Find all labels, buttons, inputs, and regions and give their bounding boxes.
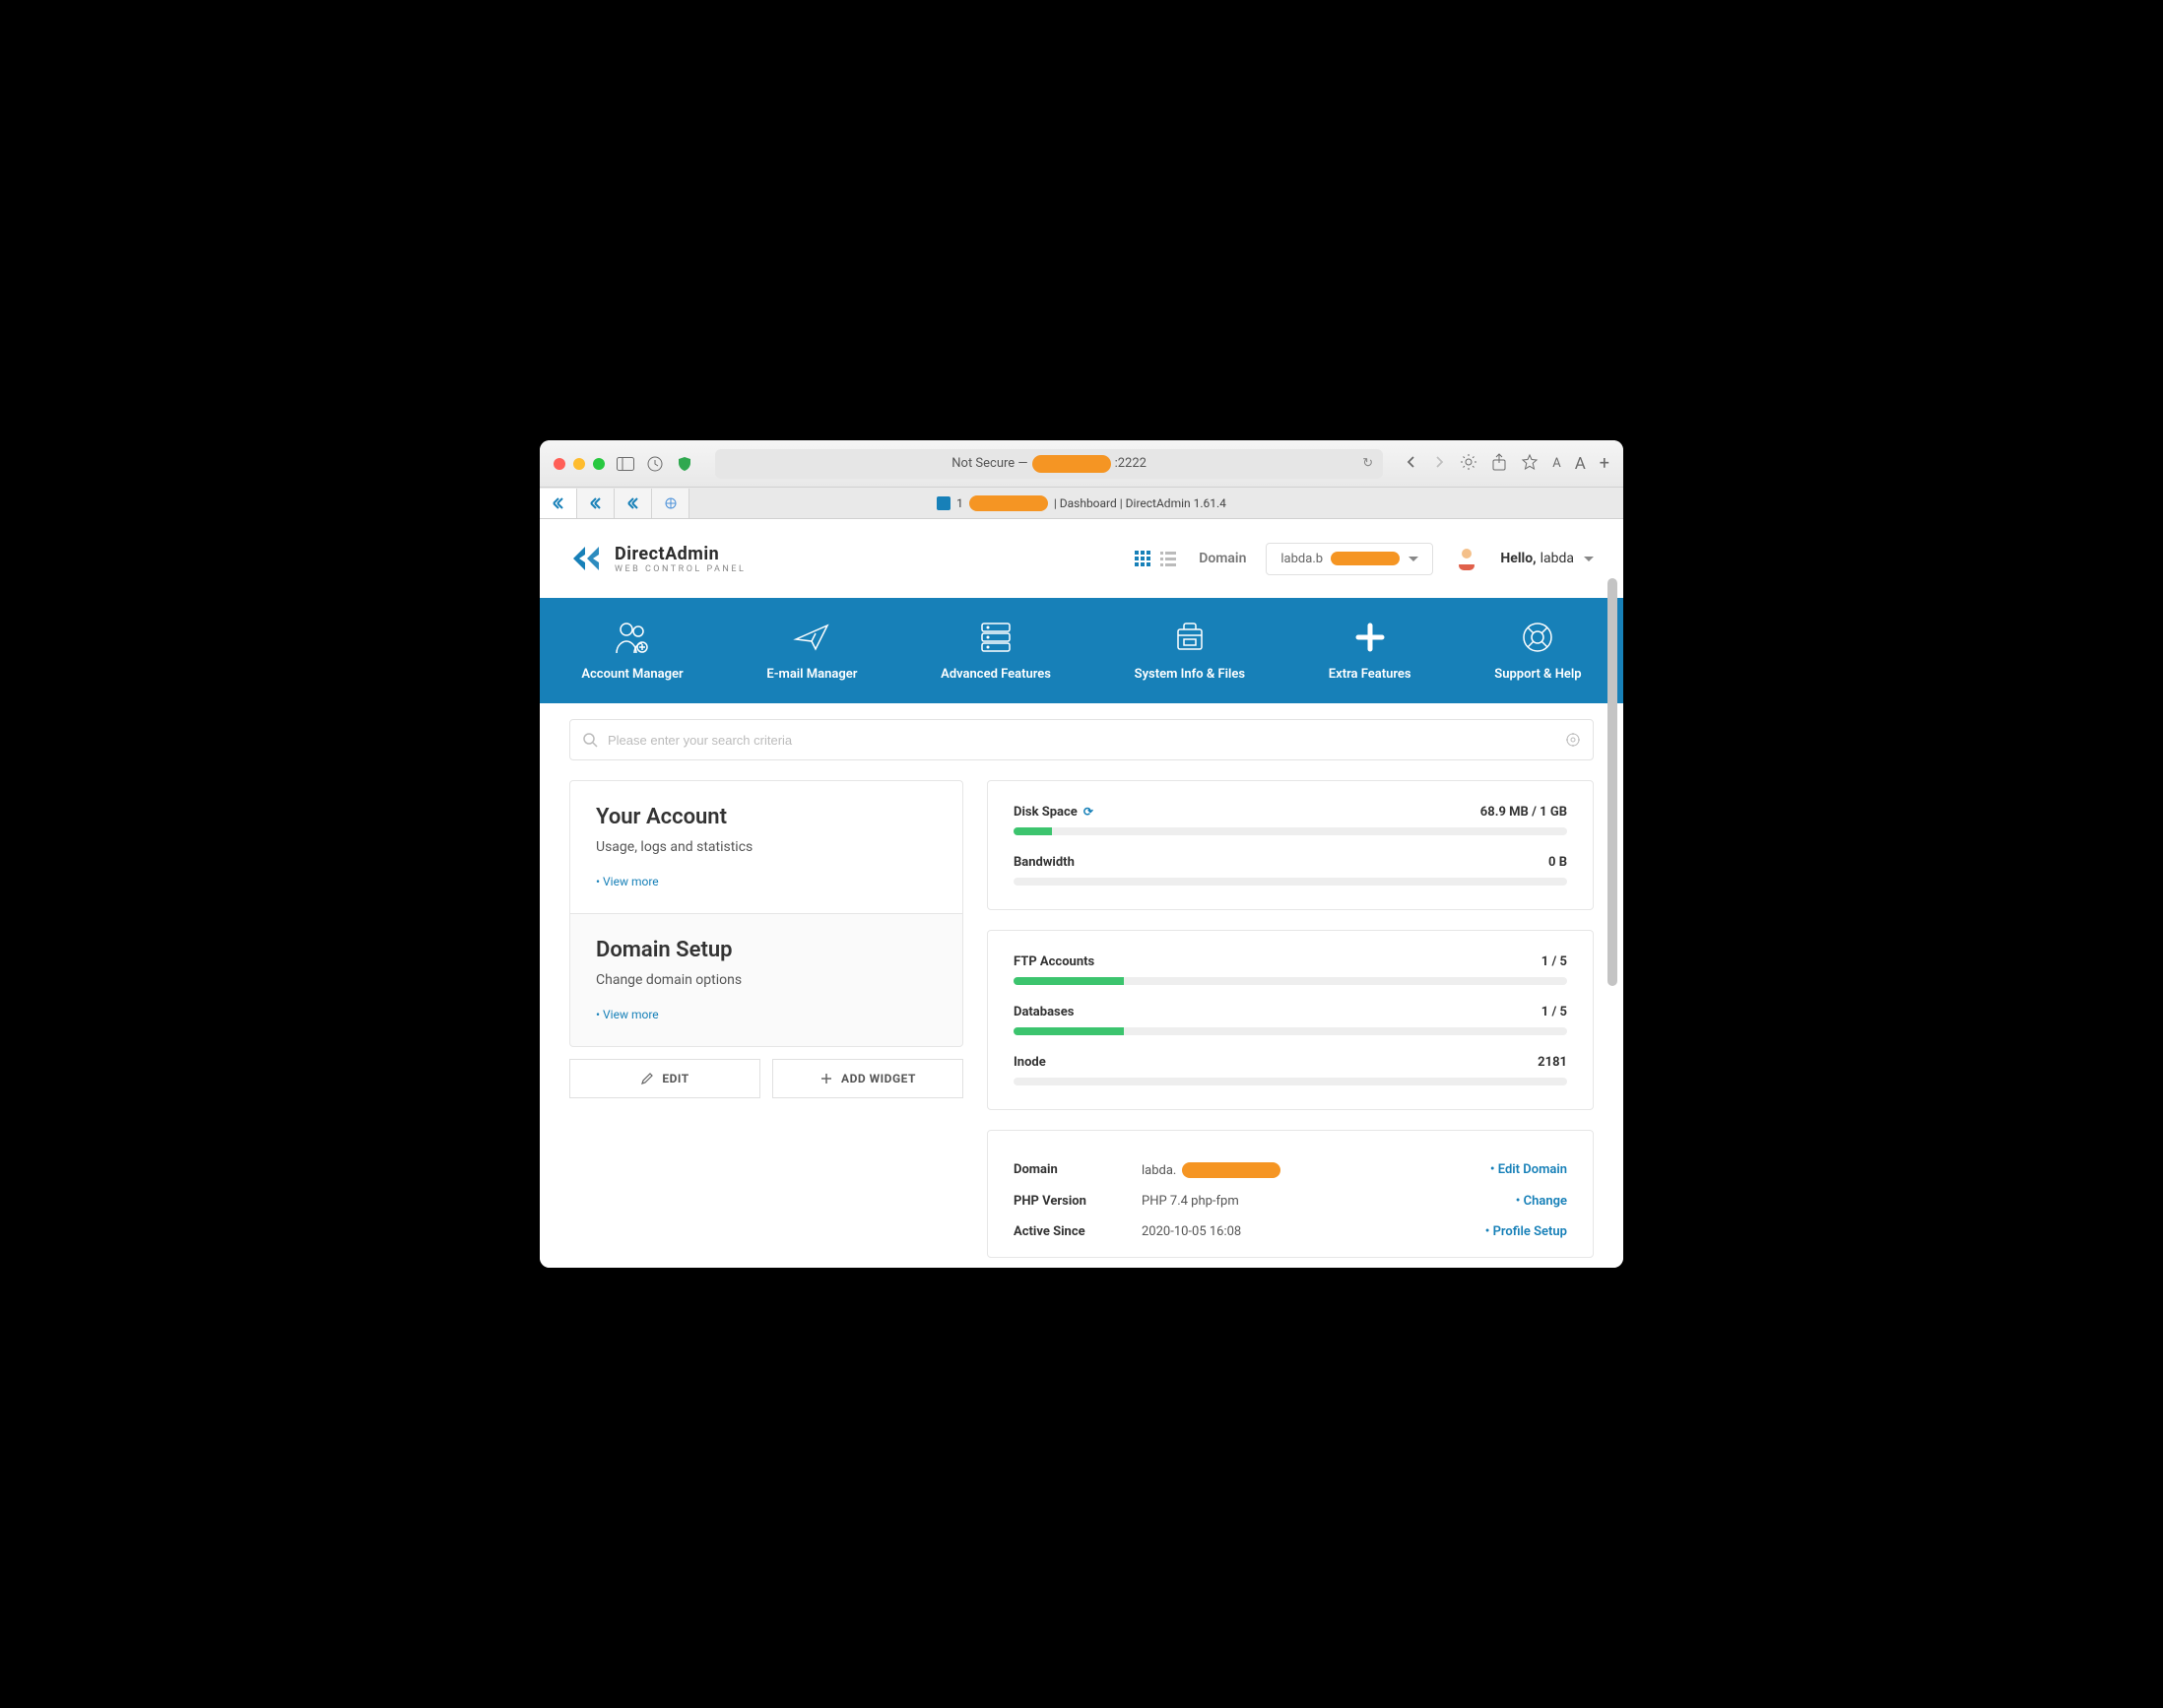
- chevron-down-icon: [1584, 557, 1594, 561]
- refresh-icon[interactable]: ⟳: [1083, 805, 1093, 819]
- new-tab-icon[interactable]: +: [1600, 453, 1609, 474]
- search-input[interactable]: [608, 733, 1555, 748]
- logo-title: DirectAdmin: [615, 544, 746, 564]
- inode-label: Inode: [1014, 1055, 1046, 1070]
- browser-titlebar: Not Secure — :2222 ↻ A A +: [540, 440, 1623, 488]
- disk-bar: [1014, 827, 1567, 835]
- nav-extra-features[interactable]: Extra Features: [1329, 620, 1411, 682]
- favicon-icon: [937, 496, 950, 510]
- logo-subtitle: web control panel: [615, 564, 746, 574]
- search-settings-icon[interactable]: [1565, 732, 1581, 748]
- text-size-large-icon[interactable]: A: [1575, 454, 1586, 474]
- inode-value: 2181: [1538, 1055, 1567, 1070]
- pinned-tab-3[interactable]: [615, 489, 652, 518]
- back-icon[interactable]: [1405, 454, 1418, 473]
- db-bar: [1014, 1027, 1567, 1035]
- disk-value: 68.9 MB / 1 GB: [1480, 805, 1567, 820]
- ftp-bar: [1014, 977, 1567, 985]
- your-account-card: Your Account Usage, logs and statistics …: [569, 780, 963, 913]
- disk-label: Disk Space: [1014, 805, 1078, 820]
- domain-setup-title: Domain Setup: [596, 938, 937, 962]
- bookmark-star-icon[interactable]: [1521, 453, 1539, 475]
- usage-metrics-card: Disk Space ⟳ 68.9 MB / 1 GB Bandwidth 0 B: [987, 780, 1594, 910]
- profile-setup-link[interactable]: Profile Setup: [1485, 1224, 1567, 1239]
- sidebar-toggle-icon[interactable]: [617, 455, 634, 473]
- address-bar[interactable]: Not Secure — :2222 ↻: [715, 449, 1383, 479]
- nav-support-help[interactable]: Support & Help: [1494, 620, 1581, 682]
- nav-email-manager[interactable]: E-mail Manager: [766, 620, 857, 682]
- app-header: DirectAdmin web control panel Domain lab…: [540, 519, 1623, 598]
- nav-system-info[interactable]: System Info & Files: [1135, 620, 1245, 682]
- pinned-tab-4[interactable]: [652, 489, 689, 518]
- bandwidth-bar: [1014, 878, 1567, 886]
- db-label: Databases: [1014, 1005, 1074, 1019]
- nav-account-manager[interactable]: Account Manager: [581, 620, 683, 682]
- redacted-host: [1032, 455, 1111, 473]
- resource-metrics-card: FTP Accounts 1 / 5 Databases 1 / 5: [987, 930, 1594, 1110]
- chevron-down-icon: [1409, 557, 1418, 561]
- address-prefix: Not Secure —: [951, 456, 1027, 471]
- bandwidth-value: 0 B: [1548, 855, 1567, 870]
- your-account-subtitle: Usage, logs and statistics: [596, 839, 937, 855]
- browser-tabstrip: 1 | Dashboard | DirectAdmin 1.61.4: [540, 488, 1623, 519]
- bandwidth-label: Bandwidth: [1014, 855, 1075, 870]
- domain-label: Domain: [1199, 551, 1246, 566]
- scrollbar-thumb[interactable]: [1607, 578, 1617, 986]
- redacted-domain: [1331, 552, 1400, 565]
- info-row-domain: Domain labda. Edit Domain: [1014, 1154, 1567, 1186]
- address-port: :2222: [1115, 456, 1147, 471]
- scrollbar[interactable]: [1606, 578, 1619, 1258]
- domain-setup-subtitle: Change domain options: [596, 972, 937, 988]
- db-value: 1 / 5: [1541, 1005, 1567, 1019]
- search-icon: [582, 732, 598, 748]
- nav-advanced-features[interactable]: Advanced Features: [941, 620, 1051, 682]
- window-controls: [554, 458, 605, 470]
- maximize-window-button[interactable]: [593, 458, 605, 470]
- close-window-button[interactable]: [554, 458, 565, 470]
- plus-icon: [819, 1072, 833, 1085]
- inode-bar: [1014, 1078, 1567, 1085]
- edit-button[interactable]: EDIT: [569, 1059, 760, 1098]
- ftp-label: FTP Accounts: [1014, 954, 1094, 969]
- domain-setup-card: Domain Setup Change domain options View …: [569, 913, 963, 1047]
- forward-icon[interactable]: [1432, 454, 1446, 473]
- history-icon[interactable]: [646, 455, 664, 473]
- edit-domain-link[interactable]: Edit Domain: [1490, 1162, 1567, 1178]
- redacted-tab-host: [969, 495, 1048, 511]
- info-row-active-since: Active Since 2020-10-05 16:08 Profile Se…: [1014, 1216, 1567, 1247]
- main-nav: Account Manager E-mail Manager Advanced …: [540, 598, 1623, 703]
- pencil-icon: [640, 1072, 654, 1085]
- pinned-tab-1[interactable]: [540, 489, 577, 518]
- user-greeting[interactable]: Hello, labda: [1500, 551, 1594, 566]
- your-account-viewmore[interactable]: View more: [596, 875, 659, 888]
- pinned-tab-2[interactable]: [577, 489, 615, 518]
- ftp-value: 1 / 5: [1541, 954, 1567, 969]
- search-bar[interactable]: [569, 719, 1594, 760]
- info-row-php: PHP Version PHP 7.4 php-fpm Change: [1014, 1186, 1567, 1216]
- minimize-window-button[interactable]: [573, 458, 585, 470]
- settings-gear-icon[interactable]: [1460, 453, 1477, 475]
- grid-view-icon[interactable]: [1132, 548, 1153, 569]
- domain-info-card: Domain labda. Edit Domain PHP Version PH…: [987, 1130, 1594, 1258]
- avatar[interactable]: [1453, 545, 1480, 572]
- list-view-icon[interactable]: [1157, 548, 1179, 569]
- active-tab-title: 1 | Dashboard | DirectAdmin 1.61.4: [540, 495, 1623, 511]
- domain-select[interactable]: labda.b: [1266, 543, 1433, 575]
- shield-icon[interactable]: [676, 455, 693, 473]
- add-widget-button[interactable]: ADD WIDGET: [772, 1059, 963, 1098]
- change-php-link[interactable]: Change: [1516, 1194, 1567, 1209]
- logo[interactable]: DirectAdmin web control panel: [569, 541, 746, 576]
- share-icon[interactable]: [1491, 453, 1507, 475]
- text-size-small-icon[interactable]: A: [1552, 456, 1560, 471]
- domain-setup-viewmore[interactable]: View more: [596, 1008, 659, 1021]
- your-account-title: Your Account: [596, 805, 937, 829]
- reload-icon[interactable]: ↻: [1362, 456, 1373, 471]
- redacted-domain-value: [1182, 1162, 1280, 1178]
